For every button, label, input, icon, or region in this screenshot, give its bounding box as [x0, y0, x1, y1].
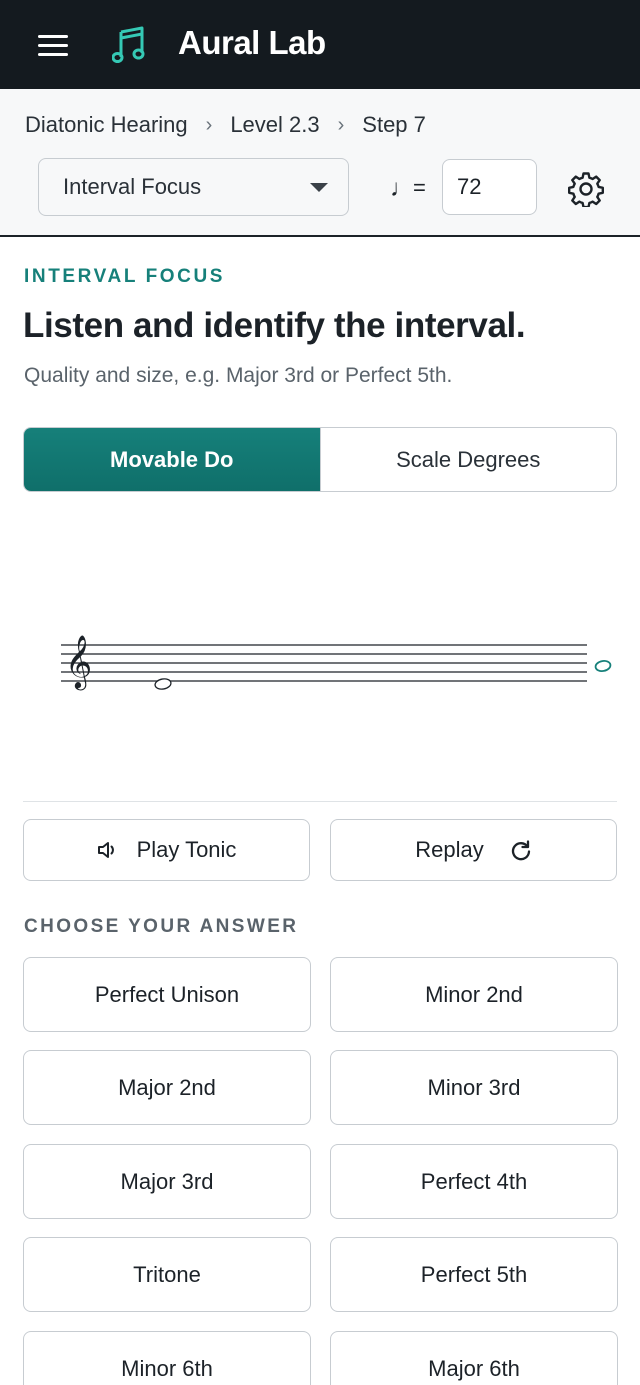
- breadcrumb-item-current: Step 7: [362, 112, 426, 137]
- answer-option[interactable]: Major 6th: [330, 1331, 618, 1385]
- hamburger-menu-icon[interactable]: [38, 33, 68, 57]
- music-note-icon: [112, 26, 145, 63]
- staff-svg: 𝄞: [61, 634, 612, 690]
- answer-option[interactable]: Major 3rd: [23, 1144, 311, 1219]
- breadcrumb: Diatonic Hearing › Level 2.3 › Step 7: [25, 112, 426, 138]
- whole-note-highlighted: [594, 660, 612, 672]
- breadcrumb-item[interactable]: Level 2.3: [230, 112, 319, 138]
- solfege-toggle: Movable Do Scale Degrees: [23, 427, 617, 492]
- answer-option[interactable]: Perfect Unison: [23, 957, 311, 1032]
- tempo-input[interactable]: [442, 159, 537, 215]
- answer-option[interactable]: Minor 2nd: [330, 957, 618, 1032]
- staff-notation: 𝄞: [23, 520, 617, 802]
- exercise-controls: Diatonic Hearing › Level 2.3 › Step 7 In…: [0, 89, 640, 237]
- answer-option[interactable]: Minor 3rd: [330, 1050, 618, 1125]
- top-bar: Aural Lab: [0, 0, 640, 89]
- quarter-note-icon: ♩: [390, 175, 414, 202]
- gear-icon[interactable]: [568, 171, 604, 207]
- exercise-headline: Listen and identify the interval.: [23, 306, 526, 345]
- speaker-icon: [97, 842, 114, 858]
- answer-option[interactable]: Tritone: [23, 1237, 311, 1312]
- treble-clef-icon: 𝄞: [65, 634, 92, 690]
- refresh-icon: [511, 840, 530, 861]
- staff-lines: [61, 644, 587, 682]
- answer-option[interactable]: Perfect 5th: [330, 1237, 618, 1312]
- exercise-eyebrow: INTERVAL FOCUS: [24, 266, 226, 287]
- answer-option[interactable]: Perfect 4th: [330, 1144, 618, 1219]
- tempo-equals: =: [413, 175, 426, 200]
- replay-button[interactable]: Replay: [330, 819, 617, 881]
- answer-option[interactable]: Major 2nd: [23, 1050, 311, 1125]
- toggle-scale-degrees[interactable]: Scale Degrees: [319, 428, 617, 491]
- mode-select-value: Interval Focus: [63, 174, 202, 199]
- caret-down-icon: [310, 183, 328, 192]
- breadcrumb-item[interactable]: Diatonic Hearing: [25, 112, 188, 138]
- play-tonic-button[interactable]: Play Tonic: [23, 819, 310, 881]
- exercise-subhead: Quality and size, e.g. Major 3rd or Perf…: [24, 364, 453, 387]
- answer-option[interactable]: Minor 6th: [23, 1331, 311, 1385]
- chevron-right-icon: ›: [337, 113, 345, 136]
- replay-label: Replay: [415, 837, 484, 862]
- play-tonic-label: Play Tonic: [136, 837, 237, 862]
- mode-select[interactable]: Interval Focus: [38, 158, 349, 216]
- answers-heading: CHOOSE YOUR ANSWER: [24, 916, 299, 937]
- whole-note: [154, 678, 172, 690]
- chevron-right-icon: ›: [205, 113, 213, 136]
- app-title: Aural Lab: [178, 24, 326, 61]
- toggle-movable-do[interactable]: Movable Do: [24, 428, 320, 491]
